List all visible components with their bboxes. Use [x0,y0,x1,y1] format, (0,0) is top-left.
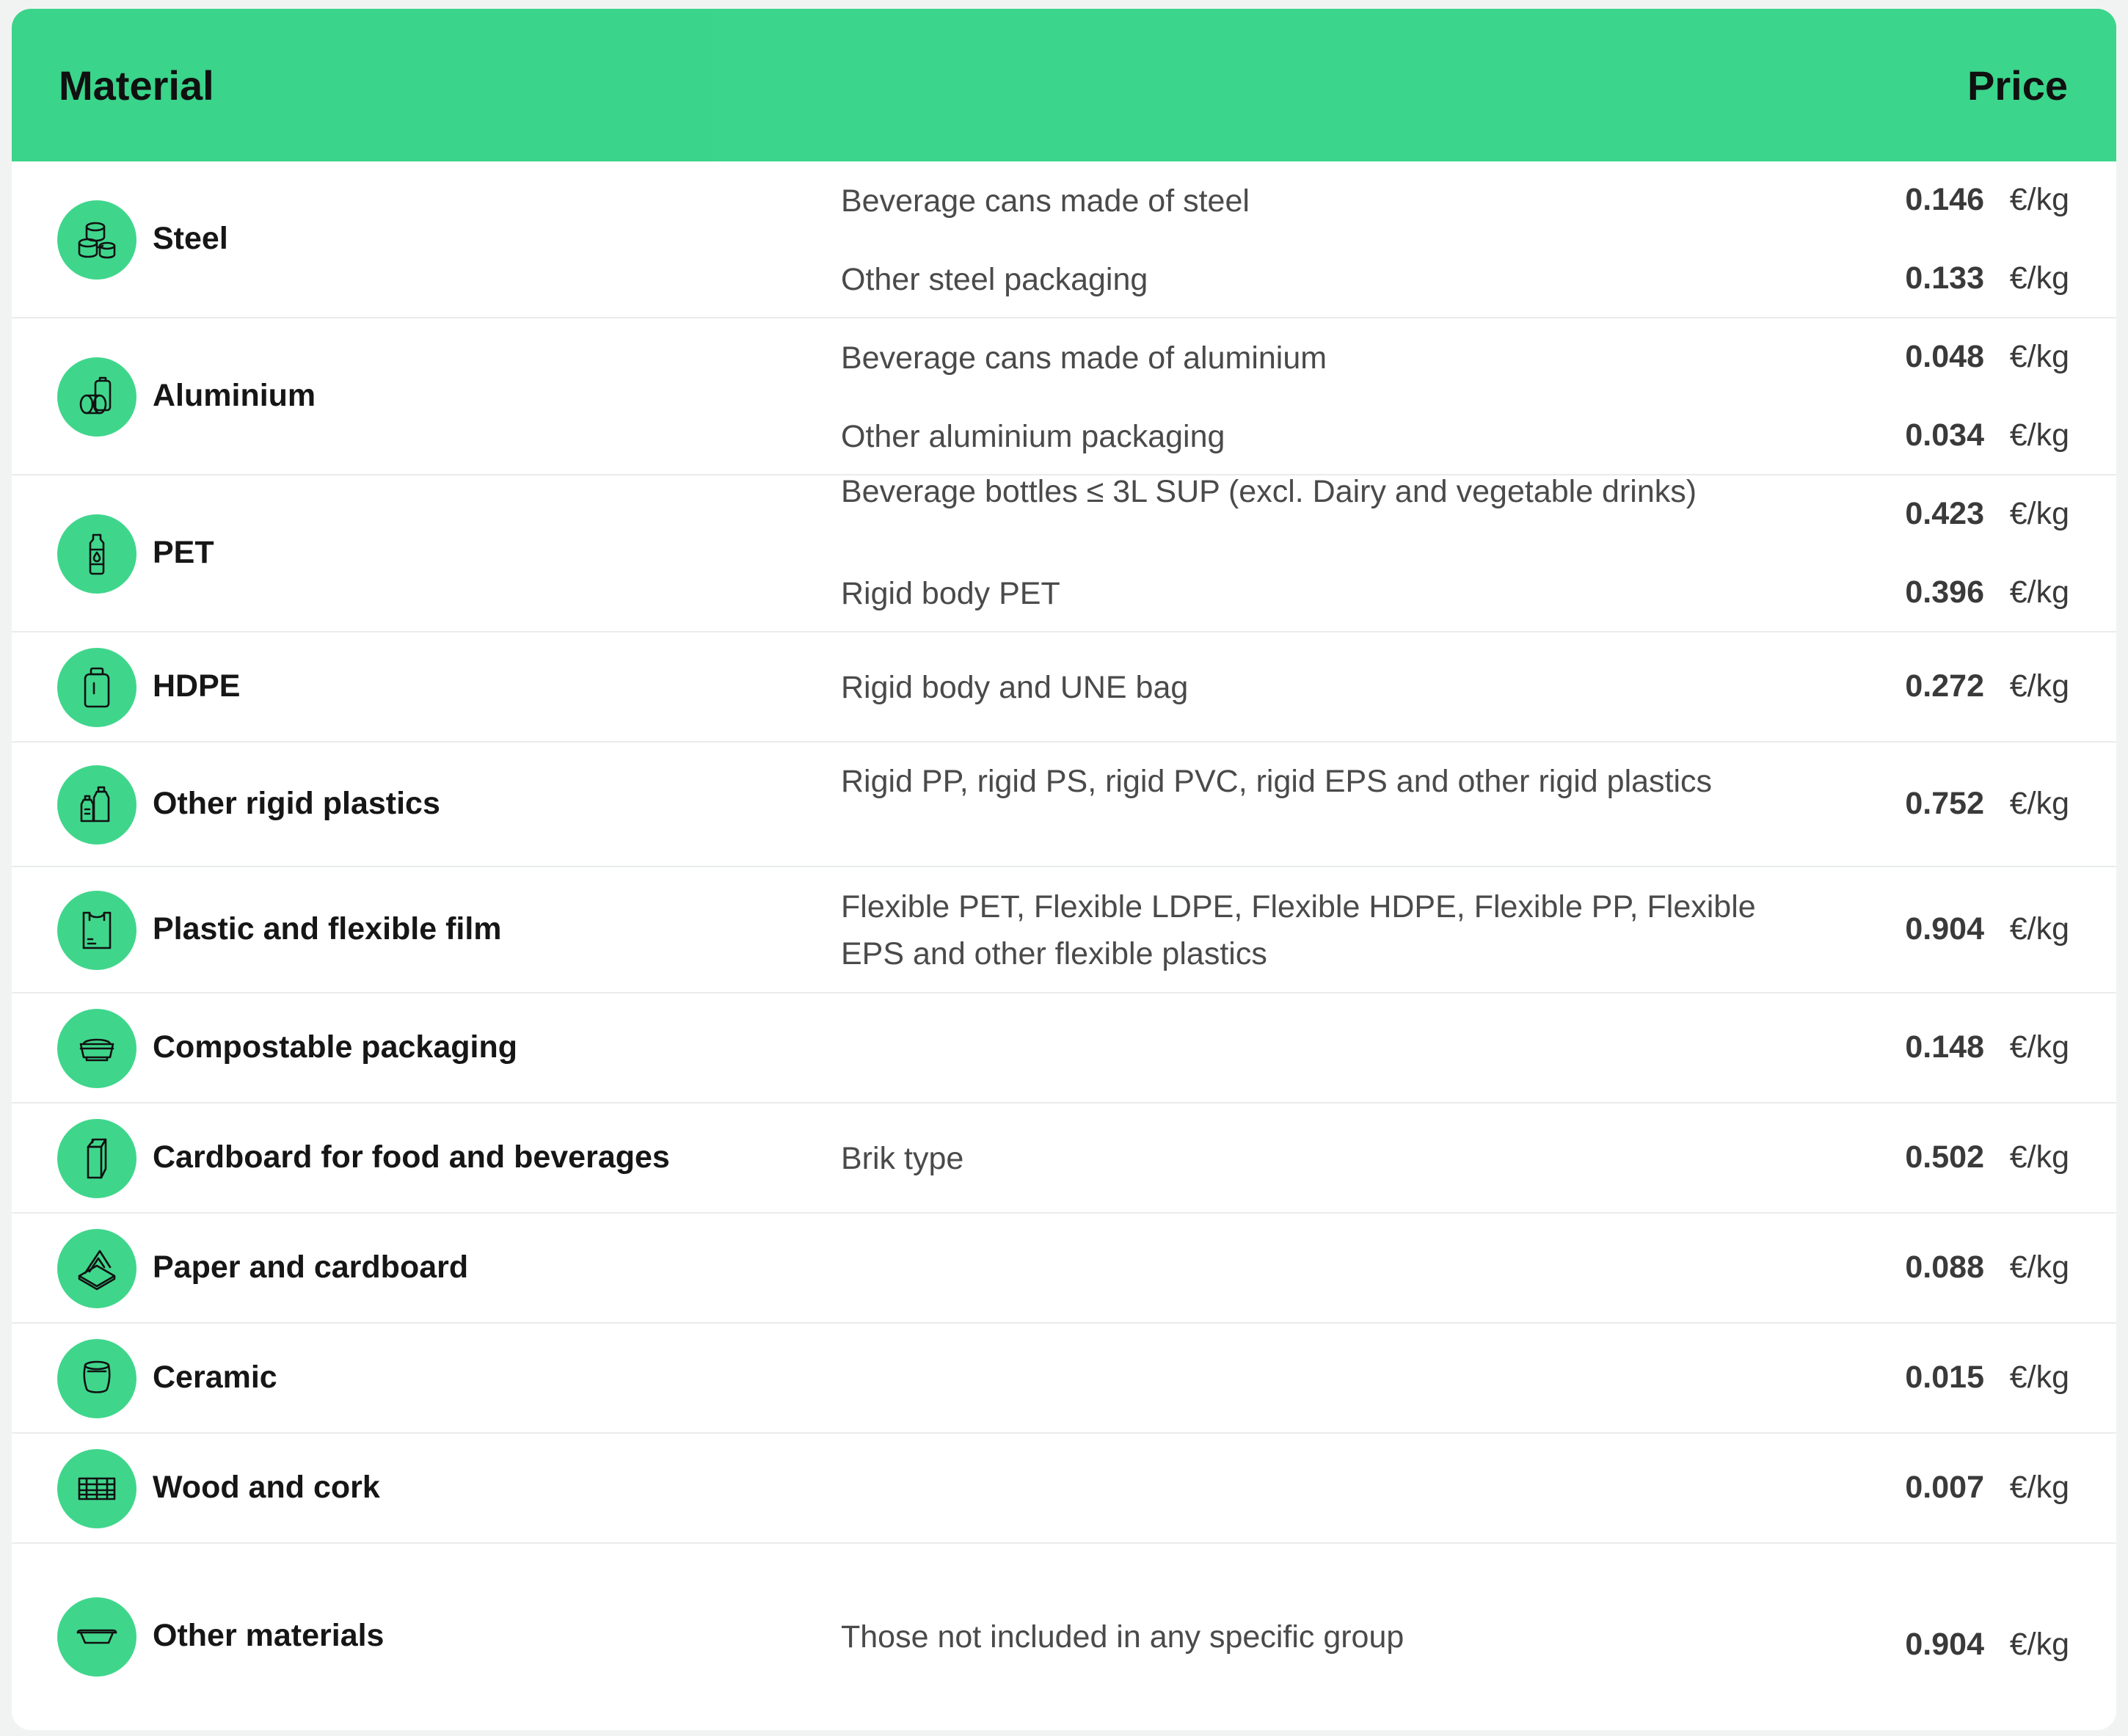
price-table: Material Price Steel Beverage cans made o… [12,9,2116,1730]
price-value: 0.423 [1905,496,1984,531]
bottle-icon [57,514,136,594]
price-unit: €/kg [2009,668,2069,704]
price-unit: €/kg [2009,182,2069,217]
price-unit: €/kg [2009,575,2069,610]
material-description: Flexible PET, Flexible LDPE, Flexible HD… [841,889,1756,971]
material-description: Other steel packaging [841,262,1148,297]
price-value: 0.015 [1905,1360,1984,1395]
material-name: Aluminium [153,378,316,413]
material-name: Paper and cardboard [153,1250,469,1285]
tray-icon [57,1597,136,1677]
material-name: Plastic and flexible film [153,911,502,947]
wood-pallet-icon [57,1449,136,1528]
price-value: 0.146 [1905,182,1984,217]
price-unit: €/kg [2009,339,2069,374]
price-unit: €/kg [2009,1029,2069,1065]
table-row: Plastic and flexible film Flexible PET, F… [12,867,2116,993]
material-description: Rigid body PET [841,576,1060,611]
material-description: Beverage cans made of steel [841,183,1250,219]
price-unit: €/kg [2009,1250,2069,1285]
material-name: Other rigid plastics [153,786,440,821]
table-row: Paper and cardboard 0.088 €/kg [12,1214,2116,1324]
table-row: Ceramic 0.015 €/kg [12,1324,2116,1434]
price-value: 0.396 [1905,575,1984,610]
milk-carton-icon [57,1119,136,1198]
ceramic-pot-icon [57,1339,136,1418]
table-row: Steel Beverage cans made of steel 0.146 €/k… [12,161,2116,318]
price-value: 0.007 [1905,1470,1984,1505]
material-description: Rigid PP, rigid PS, rigid PVC, rigid EPS… [841,764,1713,799]
price-unit: €/kg [2009,260,2069,296]
price-unit: €/kg [2009,1139,2069,1175]
material-description: Those not included in any specific group [841,1619,1404,1655]
material-name: Steel [153,221,228,256]
header-shade [713,9,2116,161]
material-description: Rigid body and UNE bag [841,670,1189,705]
food-container-icon [57,1009,136,1088]
table-row: Wood and cork 0.007 €/kg [12,1434,2116,1544]
material-name: Compostable packaging [153,1029,517,1065]
table-row: Compostable packaging 0.148 €/kg [12,993,2116,1104]
table-row: Other materials Those not included in any… [12,1544,2116,1729]
price-unit: €/kg [2009,1627,2069,1662]
price-value: 0.048 [1905,339,1984,374]
material-name: Wood and cork [153,1470,380,1505]
jar-icon [57,648,136,727]
price-value: 0.148 [1905,1029,1984,1065]
price-unit: €/kg [2009,496,2069,531]
table-row: Cardboard for food and beverages Brik typ… [12,1104,2116,1214]
material-name: PET [153,535,214,570]
table-row: HDPE Rigid body and UNE bag 0.272 €/kg [12,632,2116,743]
price-unit: €/kg [2009,911,2069,947]
price-value: 0.752 [1905,786,1984,821]
price-value: 0.904 [1905,1627,1984,1662]
material-description: Beverage bottles ≤ 3L SUP (excl. Dairy a… [841,474,1697,509]
price-value: 0.904 [1905,911,1984,947]
material-name: Other materials [153,1618,385,1653]
pizza-box-icon [57,1229,136,1308]
price-unit: €/kg [2009,417,2069,453]
price-value: 0.502 [1905,1139,1984,1175]
price-value: 0.034 [1905,417,1984,453]
material-name: Cardboard for food and beverages [153,1139,670,1175]
aluminium-cans-icon [57,357,136,437]
table-row: Aluminium Beverage cans made of aluminium… [12,318,2116,475]
price-value: 0.088 [1905,1250,1984,1285]
material-column-header: Material [59,62,214,109]
plastic-containers-icon [57,765,136,845]
price-unit: €/kg [2009,1470,2069,1505]
price-value: 0.133 [1905,260,1984,296]
material-description: Brik type [841,1141,964,1176]
material-name: HDPE [153,668,241,704]
price-unit: €/kg [2009,786,2069,821]
price-unit: €/kg [2009,1360,2069,1395]
table-row: PET Beverage bottles ≤ 3L SUP (excl. Dair… [12,474,2116,632]
material-name: Ceramic [153,1360,277,1395]
price-value: 0.272 [1905,668,1984,704]
table-header: Material Price [12,9,2116,161]
table-row: Other rigid plastics Rigid PP, rigid PS, … [12,743,2116,867]
material-description: Other aluminium packaging [841,419,1225,454]
price-column-header: Price [1967,62,2068,109]
material-description: Beverage cans made of aluminium [841,340,1327,376]
steel-cans-icon [57,200,136,280]
plastic-bag-icon [57,891,136,970]
